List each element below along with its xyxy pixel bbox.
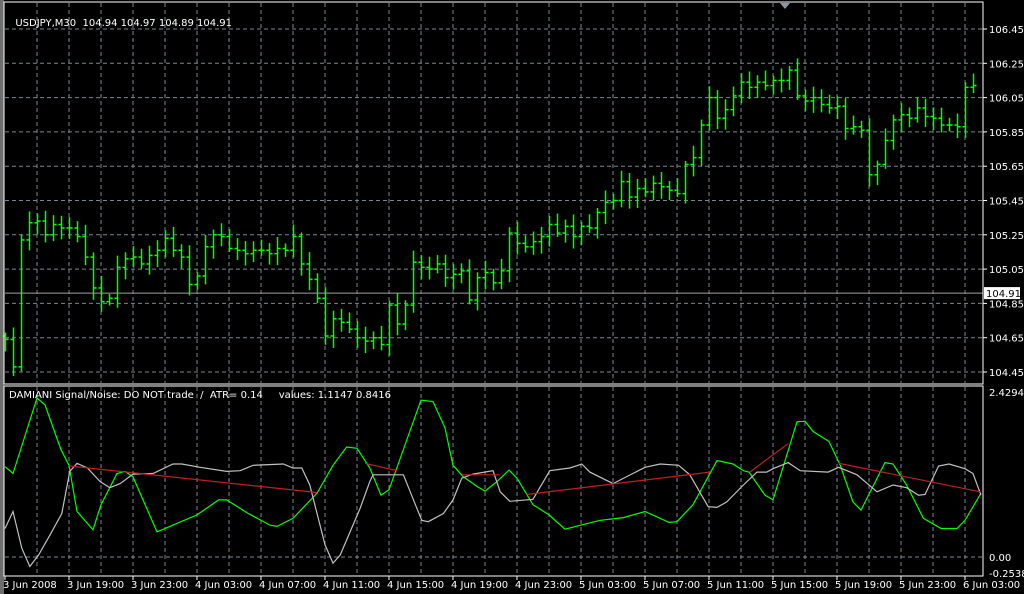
price-axis-label: 105.65: [989, 162, 1024, 173]
time-axis-label: 3 Jun 23:00: [131, 580, 188, 591]
price-axis-label: 106.05: [989, 94, 1024, 105]
time-axis-label: 4 Jun 03:00: [195, 580, 252, 591]
trading-chart[interactable]: 106.45 106.25 106.05 105.85 105.65 105.45 105.…: [0, 0, 1024, 594]
price-axis-label: 105.85: [989, 128, 1024, 139]
indicator-title: DAMIANI Signal/Noise: DO NOT trade / ATR…: [9, 390, 391, 401]
chart-title: USDJPY,M30 104.94 104.97 104.89 104.91: [9, 6, 232, 30]
time-axis-label: 5 Jun 15:00: [771, 580, 828, 591]
time-axis-label: 5 Jun 11:00: [707, 580, 764, 591]
price-axis-label: 106.45: [989, 25, 1024, 36]
price-axis-label: 105.45: [989, 197, 1024, 208]
price-axis-label: 106.25: [989, 59, 1024, 70]
price-axis-label: 104.85: [989, 299, 1024, 310]
time-axis-label: 5 Jun 03:00: [579, 580, 636, 591]
indicator-zero-label: 0.00: [989, 553, 1011, 564]
time-axis-label: 5 Jun 23:00: [899, 580, 956, 591]
bid-price-label: 104.91: [986, 289, 1021, 300]
time-axis-label: 4 Jun 11:00: [323, 580, 380, 591]
time-axis-label: 5 Jun 07:00: [643, 580, 700, 591]
symbol-label: USDJPY,M30: [15, 18, 77, 29]
background: [0, 0, 1024, 594]
time-axis-label: 4 Jun 15:00: [387, 580, 444, 591]
price-axis-label: 105.25: [989, 231, 1024, 242]
time-axis-label: 3 Jun 19:00: [67, 580, 124, 591]
time-axis-label: 4 Jun 19:00: [451, 580, 508, 591]
price-axis-label: 105.05: [989, 265, 1024, 276]
price-axis-label: 104.65: [989, 334, 1024, 345]
price-axis-label: 104.45: [989, 368, 1024, 379]
time-axis-label: 5 Jun 19:00: [835, 580, 892, 591]
time-axis-label: 3 Jun 2008: [3, 580, 57, 591]
ohlc-values: 104.94 104.97 104.89 104.91: [82, 18, 233, 29]
time-axis-label: 6 Jun 03:00: [963, 580, 1020, 591]
left-scroll-edge: [0, 0, 4, 594]
time-axis-label: 4 Jun 23:00: [515, 580, 572, 591]
indicator-max-label: 2.4294: [989, 388, 1024, 399]
time-axis-label: 4 Jun 07:00: [259, 580, 316, 591]
indicator-min-label: -0.2538: [989, 569, 1024, 580]
